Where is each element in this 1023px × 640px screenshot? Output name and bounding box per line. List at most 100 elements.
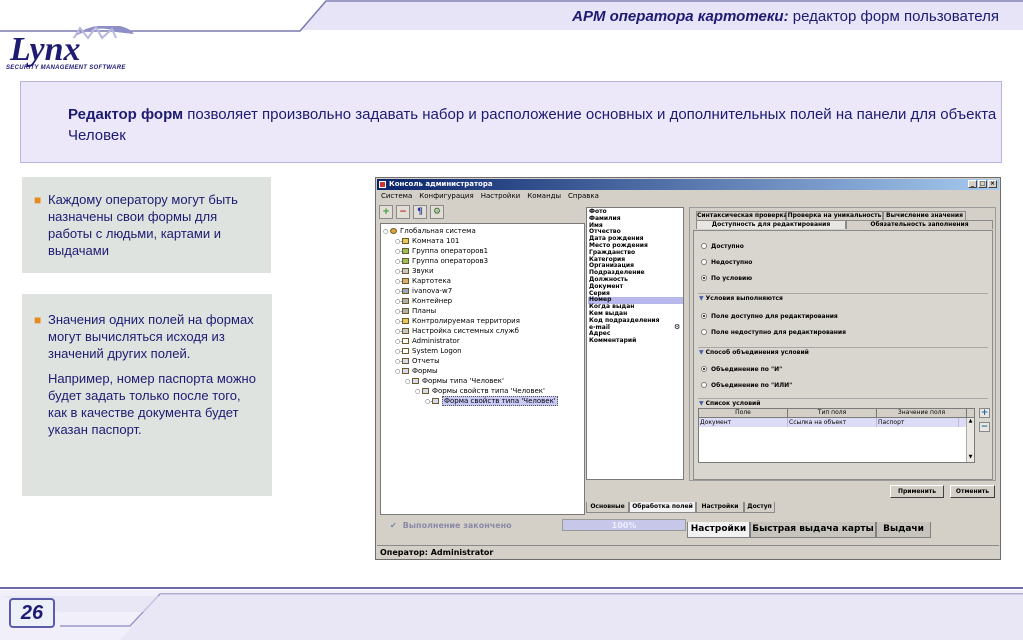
minimize-icon[interactable]: _ (968, 180, 977, 188)
tree-item-label: Группа операторов1 (412, 247, 489, 255)
availability-panel: Доступно Недоступно По условию ▼ Условия … (693, 230, 993, 480)
radio-circle-checked (701, 313, 707, 319)
radio-combine-or[interactable]: Объединение по "ИЛИ" (701, 382, 792, 389)
tree-item-plans[interactable]: ○- Планы (395, 306, 436, 316)
settings-icon[interactable]: ⚙ (430, 205, 444, 219)
computer-icon (402, 288, 409, 294)
table-scrollbar[interactable]: ▲ ▼ (966, 418, 974, 462)
plan-icon (402, 308, 409, 314)
tab-settings-inner[interactable]: Настройки (696, 502, 744, 513)
column-header-field[interactable]: Поле (699, 409, 788, 417)
maximize-icon[interactable]: □ (978, 180, 987, 188)
section-condition-list[interactable]: ▼ Список условий (698, 398, 988, 407)
table-cell: Документ (699, 418, 788, 427)
tab-quick-card-issue[interactable]: Быстрая выдача карты (750, 522, 876, 538)
tree-item-person-property-forms[interactable]: ○ Формы свойств типа 'Человек' (415, 386, 545, 396)
tree-item-administrator[interactable]: ○- Administrator (395, 336, 460, 346)
tree-item-territory[interactable]: ○- Контролируемая территория (395, 316, 520, 326)
tree-item-computer[interactable]: ○- ivanova-w7 (395, 286, 452, 296)
app-icon (379, 181, 386, 188)
tab-required-filling[interactable]: Обязательность заполнения (846, 220, 993, 229)
tab-access[interactable]: Доступ (744, 502, 775, 513)
tree-item-person-property-form[interactable]: ○- Форма свойств типа 'Человек' (425, 396, 558, 406)
tree-item-container[interactable]: ○- Контейнер (395, 296, 452, 306)
progress-bar: 100% (562, 519, 686, 531)
tree-item-group1[interactable]: ○- Группа операторов1 (395, 246, 488, 256)
tree-item-system-logon[interactable]: ○- System Logon (395, 346, 462, 356)
tree-item-label: Контролируемая территория (412, 317, 520, 325)
form-icon (432, 398, 439, 404)
menu-settings[interactable]: Настройки (481, 191, 521, 202)
container-icon (402, 298, 409, 304)
close-icon[interactable]: × (988, 180, 997, 188)
add-condition-icon[interactable]: + (979, 408, 990, 418)
tree-item-label: Настройка системных служб (412, 327, 519, 335)
field-list[interactable]: Фото Фамилия Имя Отчество Дата рождения … (586, 207, 684, 480)
note-operators: ■ Каждому оператору могут быть назначены… (22, 177, 271, 273)
tab-value-calculation[interactable]: Вычисление значения (883, 211, 966, 220)
cancel-button[interactable]: Отменить (950, 485, 995, 498)
conditions-table[interactable]: Поле Тип поля Значение поля Документ Ссы… (698, 408, 975, 463)
note-text-operators: Каждому оператору могут быть назначены с… (48, 192, 238, 258)
tree-item-label: Administrator (412, 337, 460, 345)
menu-configuration[interactable]: Конфигурация (419, 191, 473, 202)
tree-item-forms[interactable]: ○ Формы (395, 366, 438, 376)
section-title: Способ объединения условий (705, 349, 809, 356)
table-header: Поле Тип поля Значение поля (699, 409, 974, 418)
field-item[interactable]: Комментарий (588, 337, 683, 345)
tab-main-settings[interactable]: Настройки (687, 522, 750, 538)
tab-basic[interactable]: Основные (586, 502, 629, 513)
object-tree[interactable]: ○ Глобальная система ○- Комната 101 ○- Груп… (380, 223, 585, 515)
section-conditions-met[interactable]: ▼ Условия выполняются (698, 293, 988, 302)
tree-item-label: Контейнер (412, 297, 453, 305)
note-calculated: ■ Значения одних полей на формах могут в… (22, 294, 272, 496)
radio-label: Недоступно (711, 259, 753, 266)
tab-field-processing[interactable]: Обработка полей (629, 502, 696, 513)
user-card-icon[interactable]: ¶ (413, 205, 427, 219)
tree-item-group3[interactable]: ○- Группа операторов3 (395, 256, 488, 266)
tree-item-reports[interactable]: ○- Отчеты (395, 356, 440, 366)
section-combine-method[interactable]: ▼ Способ объединения условий (698, 347, 988, 356)
tab-syntax-check[interactable]: Синтаксическая проверка (696, 211, 788, 220)
toolbar: + − ¶ ⚙ (379, 205, 444, 219)
menu-system[interactable]: Система (381, 191, 412, 202)
radio-field-not-editable[interactable]: Поле недоступно для редактирования (701, 329, 846, 336)
section-title: Список условий (705, 400, 761, 407)
cardfile-icon (402, 278, 409, 284)
radio-circle (701, 243, 707, 249)
menubar: Система Конфигурация Настройки Команды С… (377, 191, 999, 202)
tree-item-person-forms[interactable]: ○ Формы типа 'Человек' (405, 376, 504, 386)
tree-item-cardfile[interactable]: ○- Картотека (395, 276, 451, 286)
apply-button[interactable]: Применить (890, 485, 944, 498)
window-titlebar[interactable]: Консоль администратора _ □ × (377, 179, 999, 190)
bullet-icon: ■ (34, 313, 42, 327)
add-icon[interactable]: + (379, 205, 393, 219)
column-header-field-value[interactable]: Значение поля (877, 409, 967, 417)
radio-available[interactable]: Доступно (701, 243, 744, 250)
tree-item-global-system[interactable]: ○ Глобальная система (383, 226, 476, 236)
window-title: Консоль администратора (389, 180, 493, 188)
radio-unavailable[interactable]: Недоступно (701, 259, 752, 266)
column-header-field-type[interactable]: Тип поля (788, 409, 877, 417)
slide: АРМ оператора картотеки: редактор форм п… (0, 0, 1023, 640)
menu-help[interactable]: Справка (568, 191, 599, 202)
radio-field-editable[interactable]: Поле доступно для редактирования (701, 313, 838, 320)
remove-icon[interactable]: − (396, 205, 410, 219)
tab-uniqueness-check[interactable]: Проверка на уникальность (786, 211, 883, 220)
table-row[interactable]: Документ Ссылка на объект Паспорт (699, 418, 974, 427)
note-text-calculated: Значения одних полей на формах могут выч… (48, 312, 254, 361)
tab-edit-availability[interactable]: Доступность для редактирования (696, 220, 846, 229)
group-icon (402, 258, 409, 264)
tree-item-sounds[interactable]: ○- Звуки (395, 266, 434, 276)
tab-issues[interactable]: Выдачи (876, 522, 931, 538)
collapse-icon: ▼ (699, 400, 704, 407)
radio-combine-and[interactable]: Объединение по "И" (701, 366, 782, 373)
section-title: Условия выполняются (705, 295, 783, 302)
tree-item-room[interactable]: ○- Комната 101 (395, 236, 459, 246)
menu-commands[interactable]: Команды (527, 191, 561, 202)
remove-condition-icon[interactable]: − (979, 422, 990, 432)
tree-item-services[interactable]: ○- Настройка системных служб (395, 326, 519, 336)
slide-title: АРМ оператора картотеки: редактор форм п… (572, 8, 999, 25)
radio-by-condition[interactable]: По условию (701, 275, 752, 282)
slide-title-bold: АРМ оператора картотеки: (572, 8, 789, 25)
